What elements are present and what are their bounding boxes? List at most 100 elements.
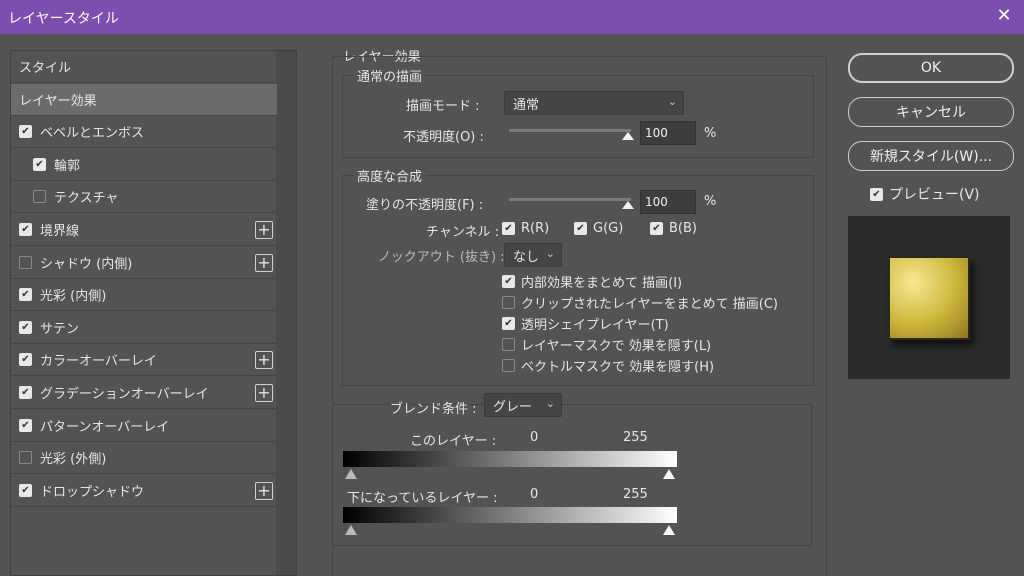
blend-if-select[interactable]: グレー ⌄ — [484, 393, 562, 417]
style-list-item[interactable]: ✔ 輪郭 — [11, 149, 277, 181]
style-list-scrollbar[interactable] — [276, 51, 296, 575]
style-list-item[interactable]: ✔ ドロップシャドウ + — [11, 475, 277, 507]
opacity-slider[interactable] — [509, 129, 631, 132]
check-icon: ✔ — [574, 222, 587, 235]
style-list-item[interactable]: ✔ 境界線 + — [11, 214, 277, 246]
channel-r-checkbox[interactable]: ✔ R(R) — [502, 221, 549, 236]
knockout-select[interactable]: なし ⌄ — [504, 243, 562, 267]
checkbox — [502, 296, 515, 309]
style-list-item[interactable]: ✔ グラデーションオーバーレイ + — [11, 377, 277, 409]
ok-button[interactable]: OK — [848, 53, 1014, 83]
preview-checkbox[interactable]: ✔ プレビュー(V) — [870, 184, 980, 204]
style-list-item-label: グラデーションオーバーレイ — [40, 387, 209, 402]
advanced-blend-title: 高度な合成 — [353, 166, 427, 185]
plus-icon[interactable]: + — [255, 481, 273, 500]
style-list-item[interactable]: シャドウ (内側) + — [11, 247, 277, 279]
this-layer-label: このレイヤー : — [410, 434, 497, 449]
this-layer-white-slider[interactable] — [663, 469, 675, 479]
opacity-input[interactable]: 100 — [640, 121, 696, 145]
chevron-down-icon: ⌄ — [545, 397, 555, 410]
style-list-item-label: ベベルとエンボス — [40, 126, 145, 142]
opacity-label: 不透明度(O) : — [403, 130, 484, 145]
style-list-item-label: カラーオーバーレイ — [40, 354, 157, 370]
blend-mode-value: 通常 — [513, 97, 540, 113]
check-icon: ✔ — [870, 187, 883, 201]
style-list-item[interactable]: ✔ パターンオーバーレイ — [11, 410, 277, 442]
underlying-layer-black-slider[interactable] — [345, 525, 357, 535]
style-list-item-label: ドロップシャドウ — [40, 484, 145, 500]
blend-if-group — [332, 404, 812, 546]
style-list-item-label: 輪郭 — [54, 158, 81, 174]
check-icon: ✔ — [502, 275, 515, 288]
style-list-item[interactable]: ✔ サテン — [11, 312, 277, 344]
style-list-item[interactable]: テクスチャ — [11, 181, 277, 214]
this-layer-min: 0 — [530, 430, 539, 445]
style-list: スタイル レイヤー効果 ✔ ベベルとエンボス ✔ 輪郭 テクスチャ ✔ 境界線 + シャドウ (内側… — [10, 50, 297, 576]
style-list-item-label: 光彩 (内側) — [40, 289, 107, 305]
this-layer-black-slider[interactable] — [345, 469, 357, 479]
checkbox[interactable] — [33, 190, 46, 204]
blend-if-value: グレー — [493, 399, 533, 415]
advanced-option-label: ベクトルマスクで 効果を隠す(H) — [521, 360, 715, 375]
gold-preview-swatch — [888, 256, 970, 340]
advanced-option-checkbox[interactable]: レイヤーマスクで 効果を隠す(L) — [502, 335, 711, 354]
style-list-item[interactable]: 光彩 (外側) — [11, 442, 277, 475]
checkbox[interactable] — [19, 255, 32, 269]
checkbox — [502, 338, 515, 351]
check-icon[interactable]: ✔ — [19, 320, 32, 334]
normal-blend-title: 通常の描画 — [353, 66, 427, 85]
blend-mode-label: 描画モード : — [406, 99, 480, 114]
cancel-button[interactable]: キャンセル — [848, 97, 1014, 127]
style-list-item-label: 境界線 — [40, 224, 80, 239]
channel-g-checkbox[interactable]: ✔ G(G) — [574, 221, 623, 236]
fill-opacity-slider-thumb[interactable] — [622, 201, 634, 209]
plus-icon[interactable]: + — [255, 253, 273, 272]
style-list-item-label: 光彩 (外側) — [40, 452, 107, 468]
opacity-unit: % — [704, 126, 717, 141]
advanced-option-checkbox[interactable]: ✔ 透明シェイプレイヤー(T) — [502, 314, 669, 333]
blend-mode-select[interactable]: 通常 ⌄ — [504, 91, 684, 115]
check-icon[interactable]: ✔ — [33, 157, 46, 171]
fill-opacity-slider[interactable] — [509, 198, 631, 201]
chevron-down-icon: ⌄ — [667, 95, 677, 108]
window-title: レイヤースタイル — [8, 11, 119, 27]
checkbox[interactable] — [19, 451, 32, 465]
check-icon[interactable]: ✔ — [19, 223, 32, 236]
advanced-option-label: レイヤーマスクで 効果を隠す(L) — [521, 339, 712, 354]
advanced-option-checkbox[interactable]: ✔ 内部効果をまとめて 描画(I) — [502, 272, 682, 291]
knockout-label: ノックアウト (抜き) : — [378, 250, 505, 265]
style-list-item-label: テクスチャ — [54, 191, 119, 207]
style-list-item[interactable]: レイヤー効果 — [11, 83, 277, 116]
check-icon[interactable]: ✔ — [19, 483, 32, 497]
plus-icon[interactable]: + — [255, 221, 273, 239]
style-list-item-label: スタイル — [19, 61, 72, 76]
check-icon[interactable]: ✔ — [19, 288, 32, 302]
plus-icon[interactable]: + — [255, 384, 273, 402]
check-icon[interactable]: ✔ — [19, 386, 32, 399]
fill-opacity-input[interactable]: 100 — [640, 190, 696, 214]
check-icon[interactable]: ✔ — [19, 418, 32, 432]
underlying-layer-max: 255 — [623, 487, 648, 502]
this-layer-gradient — [343, 451, 677, 467]
check-icon: ✔ — [502, 317, 515, 330]
check-icon[interactable]: ✔ — [19, 353, 32, 367]
style-list-item[interactable]: ✔ ベベルとエンボス — [11, 116, 277, 149]
advanced-option-checkbox[interactable]: クリップされたレイヤーをまとめて 描画(C) — [502, 293, 778, 312]
channel-b-checkbox[interactable]: ✔ B(B) — [650, 221, 697, 236]
style-list-item[interactable]: スタイル — [11, 51, 277, 83]
opacity-slider-thumb[interactable] — [622, 132, 634, 140]
style-list-item[interactable]: ✔ 光彩 (内側) — [11, 279, 277, 312]
blend-if-label: ブレンド条件 : — [390, 402, 477, 417]
close-icon[interactable]: ✕ — [994, 5, 1014, 27]
knockout-value: なし — [513, 249, 540, 265]
advanced-option-checkbox[interactable]: ベクトルマスクで 効果を隠す(H) — [502, 356, 714, 375]
style-preview — [848, 216, 1010, 379]
underlying-layer-white-slider[interactable] — [663, 525, 675, 535]
plus-icon[interactable]: + — [255, 351, 273, 370]
channels-label: チャンネル : — [426, 225, 500, 240]
style-list-item[interactable]: ✔ カラーオーバーレイ + — [11, 344, 277, 377]
advanced-option-label: 透明シェイプレイヤー(T) — [521, 318, 669, 333]
check-icon[interactable]: ✔ — [19, 125, 32, 139]
new-style-button[interactable]: 新規スタイル(W)... — [848, 141, 1014, 171]
advanced-option-label: 内部効果をまとめて 描画(I) — [521, 276, 683, 291]
